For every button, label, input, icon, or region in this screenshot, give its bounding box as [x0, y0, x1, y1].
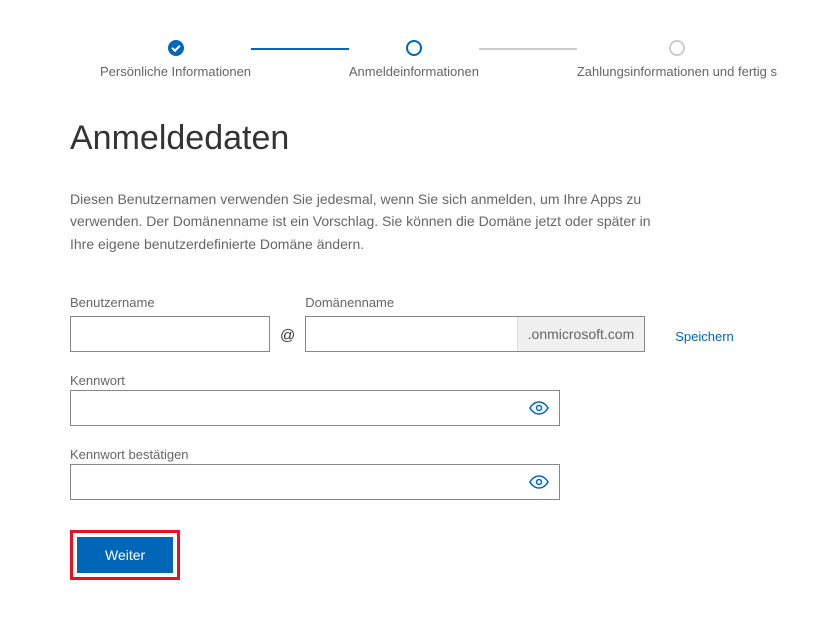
username-group: Benutzername — [70, 295, 270, 352]
domain-input-wrapper: .onmicrosoft.com — [305, 316, 645, 352]
password-input[interactable] — [71, 391, 519, 425]
at-sign: @ — [280, 327, 295, 352]
password-confirm-group: Kennwort bestätigen — [70, 446, 757, 500]
page-title: Anmeldedaten — [70, 119, 757, 158]
username-domain-row: Benutzername @ Domänenname .onmicrosoft.… — [70, 295, 757, 352]
circle-icon — [669, 40, 685, 56]
password-input-wrapper — [70, 390, 560, 426]
save-link[interactable]: Speichern — [675, 329, 734, 352]
step-personal-info: Persönliche Informationen — [100, 40, 251, 79]
highlight-box: Weiter — [70, 530, 180, 580]
main-content: Anmeldedaten Diesen Benutzernamen verwen… — [0, 79, 827, 580]
step-payment-info: Zahlungsinformationen und fertig s — [577, 40, 777, 79]
check-icon — [168, 40, 184, 56]
step-label: Anmeldeinformationen — [349, 64, 479, 79]
domain-label: Domänenname — [305, 295, 645, 310]
next-button[interactable]: Weiter — [77, 537, 173, 573]
circle-icon — [406, 40, 422, 56]
username-input[interactable] — [70, 316, 270, 352]
password-confirm-input-wrapper — [70, 464, 560, 500]
password-confirm-label: Kennwort bestätigen — [70, 447, 189, 462]
step-signin-info: Anmeldeinformationen — [349, 40, 479, 79]
step-label: Persönliche Informationen — [100, 64, 251, 79]
step-connector — [479, 48, 577, 50]
password-label: Kennwort — [70, 373, 125, 388]
show-password-icon[interactable] — [519, 401, 559, 415]
progress-stepper: Persönliche Informationen Anmeldeinforma… — [0, 0, 827, 79]
domain-group: Domänenname .onmicrosoft.com — [305, 295, 645, 352]
password-group: Kennwort — [70, 372, 757, 426]
step-label: Zahlungsinformationen und fertig s — [577, 64, 777, 79]
show-password-confirm-icon[interactable] — [519, 475, 559, 489]
username-label: Benutzername — [70, 295, 270, 310]
domain-suffix: .onmicrosoft.com — [517, 317, 645, 351]
password-confirm-input[interactable] — [71, 465, 519, 499]
page-description: Diesen Benutzernamen verwenden Sie jedes… — [70, 188, 670, 255]
step-connector — [251, 48, 349, 50]
domain-input[interactable] — [306, 317, 516, 351]
